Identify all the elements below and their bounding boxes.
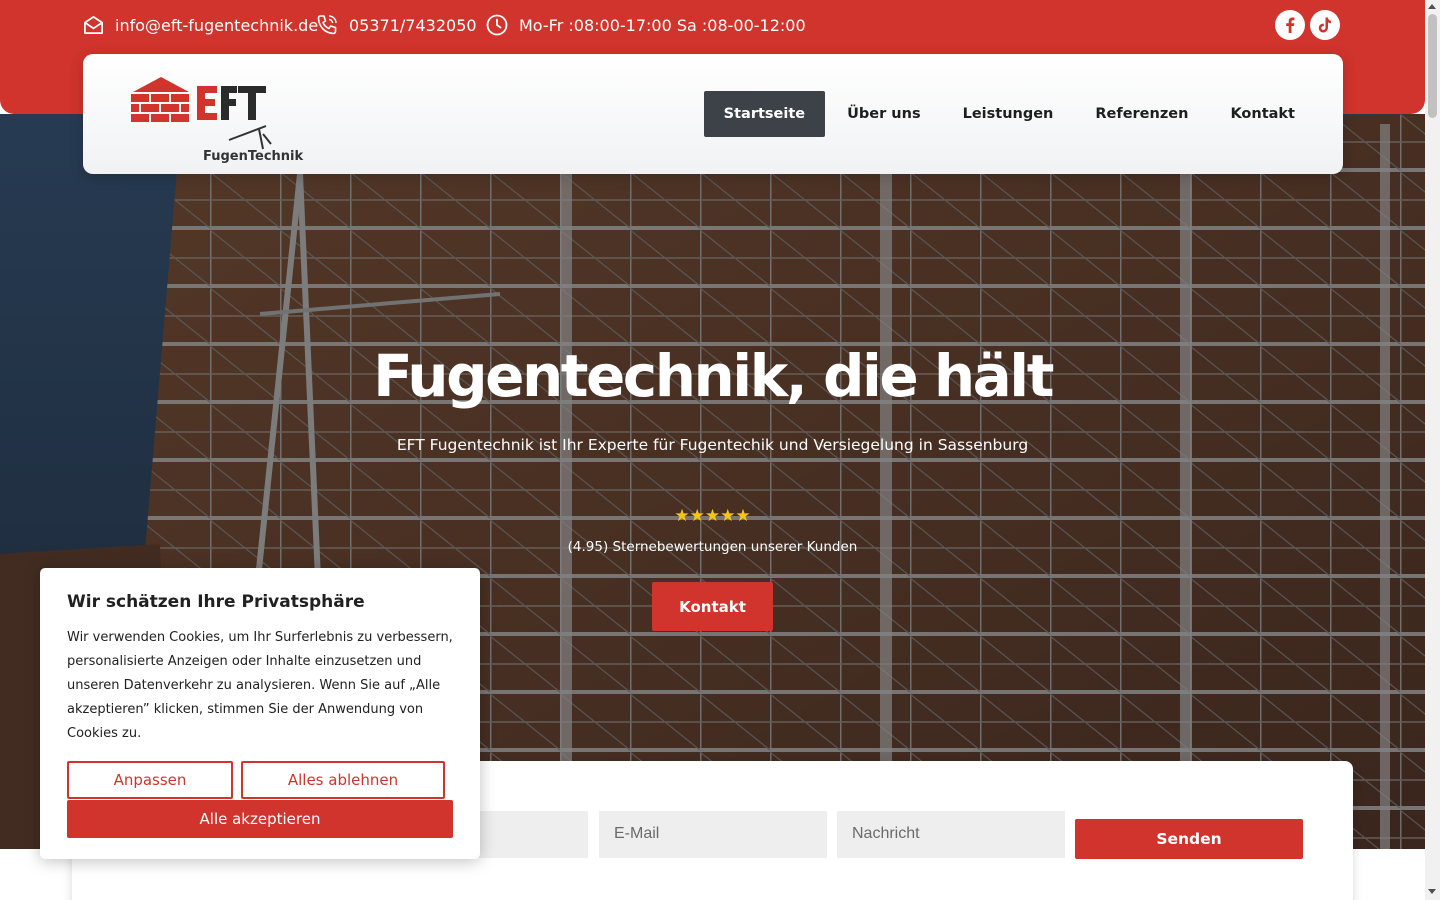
logo-tagline: FugenTechnik [203,149,304,164]
page-scrollbar[interactable] [1425,0,1440,900]
rating-text: (4.95) Sternebewertungen unserer Kunden [567,539,858,555]
opening-hours: Mo-Fr :08:00-17:00 Sa :08-00-12:00 [485,12,806,38]
nav-item-startseite[interactable]: Startseite [703,91,826,137]
tiktok-link[interactable] [1310,10,1340,40]
scroll-down-icon[interactable] [1428,889,1436,894]
tiktok-icon [1318,17,1331,33]
scroll-thumb[interactable] [1428,14,1437,118]
header-nav-card: FugenTechnik Startseite Über uns Leistun… [83,54,1343,174]
envelope-icon [84,15,103,34]
hero-contact-button[interactable]: Kontakt [652,582,773,631]
cookie-customize-button[interactable]: Anpassen [67,761,233,799]
logo-brick-icon [131,77,272,150]
email-field[interactable]: E-Mail [599,811,827,858]
hours-text: Mo-Fr :08:00-17:00 Sa :08-00-12:00 [519,15,806,35]
nav-item-referenzen[interactable]: Referenzen [1075,91,1208,137]
nav-item-leistungen[interactable]: Leistungen [943,91,1074,137]
email-link[interactable]: info@eft-fugentechnik.de [82,12,318,38]
rating-stars: ★★★★★ [674,506,751,525]
name-field[interactable] [472,811,588,858]
phone-icon [317,15,337,35]
main-navigation: Startseite Über uns Leistungen Referenze… [702,91,1315,137]
cookie-title: Wir schätzen Ihre Privatsphäre [67,592,365,612]
facebook-link[interactable] [1275,10,1305,40]
clock-icon [486,14,508,36]
cookie-consent-banner: Wir schätzen Ihre Privatsphäre Wir verwe… [40,568,480,859]
cookie-text: Wir verwenden Cookies, um Ihr Surferlebn… [67,630,453,741]
cookie-reject-button[interactable]: Alles ablehnen [241,761,445,799]
scroll-up-icon[interactable] [1428,4,1436,9]
message-field[interactable]: Nachricht [837,811,1065,858]
nav-item-ueber-uns[interactable]: Über uns [827,91,940,137]
phone-text: 05371/7432050 [349,15,477,35]
cookie-accept-button[interactable]: Alle akzeptieren [67,800,453,838]
nav-item-kontakt[interactable]: Kontakt [1210,91,1315,137]
hero-subtitle: EFT Fugentechnik ist Ihr Experte für Fug… [396,436,1029,454]
email-text: info@eft-fugentechnik.de [115,15,319,35]
phone-link[interactable]: 05371/7432050 [315,12,477,38]
hero-title: Fugentechnik, die hält [373,342,1054,410]
logo[interactable]: FugenTechnik [131,74,303,164]
facebook-icon [1286,17,1295,33]
send-button[interactable]: Senden [1075,819,1303,859]
